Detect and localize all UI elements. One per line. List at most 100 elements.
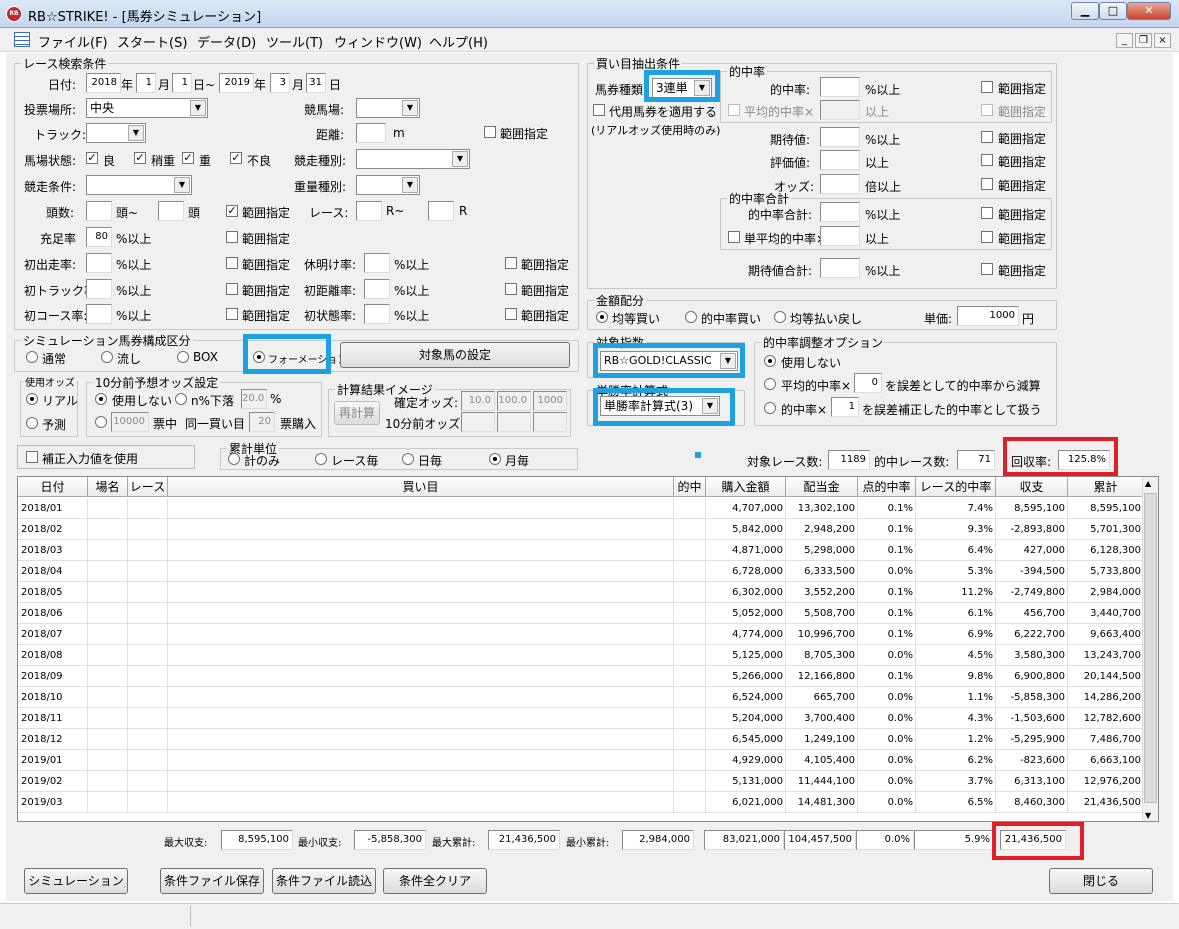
cond-bad-checkbox[interactable]: ✓ <box>230 152 242 164</box>
first-dist-input[interactable] <box>364 279 390 299</box>
heads-to-input[interactable] <box>158 201 184 221</box>
correction-checkbox[interactable] <box>26 451 38 463</box>
menu-start[interactable]: スタート(S) <box>117 32 187 51</box>
expect-range-checkbox[interactable] <box>981 131 993 143</box>
column-header[interactable]: レース的中率 <box>916 477 996 497</box>
eval-input[interactable] <box>820 150 860 170</box>
substitute-checkbox[interactable] <box>593 104 605 116</box>
race-to-input[interactable] <box>428 201 454 221</box>
mdi-restore-button[interactable]: ❐ <box>1135 33 1152 48</box>
save-conditions-button[interactable]: 条件ファイル保存 <box>160 868 264 894</box>
column-header[interactable]: レース <box>128 477 168 497</box>
column-header[interactable]: 買い目 <box>168 477 674 497</box>
mdi-minimize-button[interactable]: _ <box>1116 33 1133 48</box>
column-header[interactable]: 場名 <box>88 477 128 497</box>
venue-select[interactable]: 中央 ▼ <box>86 98 208 118</box>
expect-sum-input[interactable] <box>820 258 860 278</box>
single-avg-checkbox[interactable] <box>728 231 740 243</box>
first-course-range-checkbox[interactable] <box>226 308 238 320</box>
comp-flow-radio[interactable] <box>101 351 113 363</box>
table-row[interactable]: 2019/01 4,929,000 4,105,400 0.0% 6.2% -823,60… <box>18 750 1144 771</box>
rest-input[interactable] <box>364 253 390 273</box>
hit-sum-range-checkbox[interactable] <box>981 207 993 219</box>
avg-hit-range-checkbox[interactable] <box>981 104 993 116</box>
adjust-hit-input[interactable]: 1 <box>831 397 859 417</box>
money-hit-radio[interactable] <box>685 311 697 323</box>
weight-type-select[interactable]: ▼ <box>356 175 420 195</box>
race-type-select[interactable]: ▼ <box>356 149 470 169</box>
comp-normal-radio[interactable] <box>26 351 38 363</box>
from-day-input[interactable]: 1 <box>172 73 192 93</box>
single-avg-range-checkbox[interactable] <box>981 231 993 243</box>
to-month-input[interactable]: 3 <box>270 73 290 93</box>
first-run-range-checkbox[interactable] <box>226 257 238 269</box>
table-row[interactable]: 2018/07 4,774,000 10,996,700 0.1% 6.9% 6,222,… <box>18 624 1144 645</box>
course-select[interactable]: ▼ <box>356 98 420 118</box>
heads-from-input[interactable] <box>86 201 112 221</box>
race-cond-select[interactable]: ▼ <box>86 175 192 195</box>
maximize-button[interactable]: □ <box>1099 2 1127 20</box>
table-row[interactable]: 2019/03 6,021,000 14,481,300 0.0% 6.5% 8,460,… <box>18 792 1144 813</box>
from-year-input[interactable]: 2018 <box>86 73 121 93</box>
unit-race-radio[interactable] <box>315 453 327 465</box>
odds-predict-radio[interactable] <box>26 417 38 429</box>
clear-conditions-button[interactable]: 条件全クリア <box>383 868 487 894</box>
fill-rate-input[interactable]: 80 <box>86 227 112 247</box>
load-conditions-button[interactable]: 条件ファイル読込 <box>272 868 376 894</box>
scroll-down-icon[interactable]: ▼ <box>1145 811 1151 820</box>
first-track-input[interactable] <box>86 279 112 299</box>
table-row[interactable]: 2018/05 6,302,000 3,552,200 0.1% 11.2% -2,749… <box>18 582 1144 603</box>
menu-data[interactable]: データ(D) <box>197 32 256 51</box>
odds10-amount-radio[interactable] <box>95 416 107 428</box>
unit-price-input[interactable]: 1000 <box>957 306 1019 326</box>
adjust-avg-input[interactable]: 0 <box>854 373 882 393</box>
target-horse-button[interactable]: 対象馬の設定 <box>340 342 570 368</box>
race-from-input[interactable] <box>356 201 382 221</box>
scroll-up-icon[interactable]: ▲ <box>1145 479 1151 488</box>
single-avg-input[interactable] <box>820 226 860 246</box>
avg-hit-checkbox[interactable] <box>728 104 740 116</box>
menu-tools[interactable]: ツール(T) <box>266 32 323 51</box>
column-header[interactable]: 収支 <box>996 477 1068 497</box>
odds10-drop-radio[interactable] <box>175 393 187 405</box>
table-row[interactable]: 2019/02 5,131,000 11,444,100 0.0% 3.7% 6,313,… <box>18 771 1144 792</box>
first-state-input[interactable] <box>364 304 390 324</box>
table-row[interactable]: 2018/11 5,204,000 3,700,400 0.0% 4.3% -1,503,… <box>18 708 1144 729</box>
to-year-input[interactable]: 2019 <box>219 73 254 93</box>
eval-range-checkbox[interactable] <box>981 154 993 166</box>
table-row[interactable]: 2018/10 6,524,000 665,700 0.0% 1.1% -5,858,30… <box>18 687 1144 708</box>
avg-hit-input[interactable] <box>820 100 860 120</box>
expect-input[interactable] <box>820 127 860 147</box>
adjust-avg-radio[interactable] <box>764 378 776 390</box>
odds10-drop-input[interactable]: 20.0 <box>241 389 267 409</box>
fill-range-checkbox[interactable] <box>226 231 238 243</box>
unit-total-radio[interactable] <box>228 453 240 465</box>
adjust-nouse-radio[interactable] <box>764 355 776 367</box>
recalc-button[interactable]: 再計算 <box>334 401 380 425</box>
odds-range-checkbox[interactable] <box>981 178 993 190</box>
minimize-button[interactable]: ▁ <box>1071 2 1099 20</box>
odds10-same-input[interactable]: 20 <box>249 412 275 432</box>
column-header[interactable]: 日付 <box>18 477 88 497</box>
distance-range-checkbox[interactable] <box>484 126 496 138</box>
results-table[interactable]: 日付 場名 レース 買い目 的中 購入金額 配当金 点的中率 レース的中率 収支 累計 2018/0… <box>17 476 1159 822</box>
menu-help[interactable]: ヘルプ(H) <box>429 32 488 51</box>
first-run-input[interactable] <box>86 253 112 273</box>
table-row[interactable]: 2018/02 5,842,000 2,948,200 0.1% 9.3% -2,893,… <box>18 519 1144 540</box>
cond-slightly-heavy-checkbox[interactable]: ✓ <box>134 152 146 164</box>
close-dialog-button[interactable]: 閉じる <box>1049 868 1153 894</box>
table-row[interactable]: 2018/01 4,707,000 13,302,100 0.1% 7.4% 8,595,… <box>18 498 1144 519</box>
table-row[interactable]: 2018/04 6,728,000 6,333,500 0.0% 5.3% -394,50… <box>18 561 1144 582</box>
first-course-input[interactable] <box>86 304 112 324</box>
close-button[interactable]: ✕ <box>1127 2 1171 20</box>
hit-rate-input[interactable] <box>820 77 860 97</box>
menu-file[interactable]: ファイル(F) <box>38 32 108 51</box>
table-row[interactable]: 2018/12 6,545,000 1,249,100 0.0% 1.2% -5,295,… <box>18 729 1144 750</box>
first-dist-range-checkbox[interactable] <box>505 283 517 295</box>
column-header[interactable]: 購入金額 <box>706 477 786 497</box>
odds10-nouse-radio[interactable] <box>95 393 107 405</box>
first-track-range-checkbox[interactable] <box>226 283 238 295</box>
odds-real-radio[interactable] <box>26 393 38 405</box>
distance-input[interactable] <box>356 123 386 143</box>
mdi-close-button[interactable]: × <box>1154 33 1171 48</box>
